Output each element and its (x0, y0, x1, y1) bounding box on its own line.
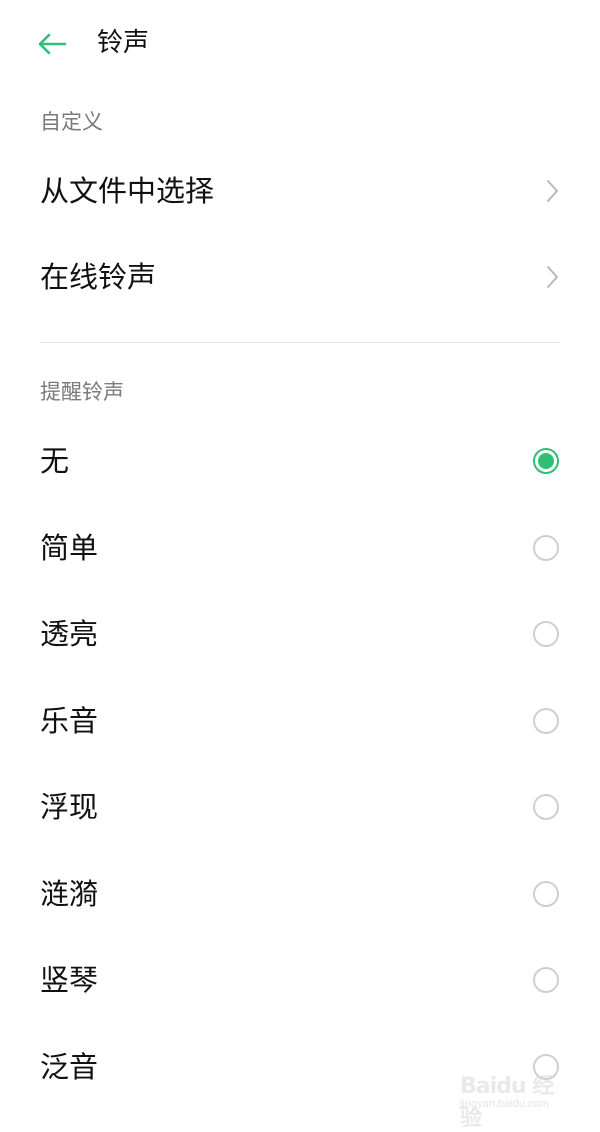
ringtone-option-label: 泛音 (40, 1050, 99, 1084)
watermark-url: jingyan.baidu.com (460, 1098, 549, 1110)
ringtone-option-label: 竖琴 (40, 963, 99, 997)
list-item-choose-from-file[interactable]: 从文件中选择 (0, 150, 600, 232)
ringtone-option-label: 涟漪 (40, 877, 99, 911)
app-header: 铃声 (0, 0, 600, 88)
back-button[interactable] (28, 24, 76, 64)
ringtone-option-none[interactable]: 无 (0, 420, 600, 502)
ringtone-option-clear[interactable]: 透亮 (0, 593, 600, 675)
ringtone-option-simple[interactable]: 简单 (0, 507, 600, 589)
radio-button[interactable] (533, 794, 559, 820)
ringtone-option-harp[interactable]: 竖琴 (0, 939, 600, 1021)
ringtone-option-emerge[interactable]: 浮现 (0, 766, 600, 848)
ringtone-option-label: 简单 (40, 531, 99, 565)
list-item-label: 在线铃声 (40, 260, 157, 294)
chevron-right-icon (547, 180, 558, 202)
list-item-online-ringtones[interactable]: 在线铃声 (0, 236, 600, 318)
radio-button-checked[interactable] (533, 448, 559, 474)
ringtone-option-music[interactable]: 乐音 (0, 680, 600, 762)
chevron-right-icon (547, 266, 558, 288)
radio-button[interactable] (533, 967, 559, 993)
arrow-left-icon (38, 33, 67, 55)
list-item-label: 从文件中选择 (40, 174, 215, 208)
ringtone-option-label: 透亮 (40, 617, 99, 651)
baidu-watermark: Baidu 经验 jingyan.baidu.com (452, 1062, 572, 1131)
ringtone-option-label: 无 (40, 444, 70, 478)
ringtone-option-label: 乐音 (40, 704, 99, 738)
radio-button[interactable] (533, 881, 559, 907)
radio-button[interactable] (533, 535, 559, 561)
page-title: 铃声 (97, 28, 150, 58)
radio-button[interactable] (533, 621, 559, 647)
ringtone-option-label: 浮现 (40, 790, 99, 824)
section-divider (40, 342, 560, 343)
section-label-custom: 自定义 (40, 110, 103, 134)
radio-button[interactable] (533, 708, 559, 734)
section-label-alert-ringtones: 提醒铃声 (40, 380, 124, 404)
ringtone-option-ripple[interactable]: 涟漪 (0, 853, 600, 935)
